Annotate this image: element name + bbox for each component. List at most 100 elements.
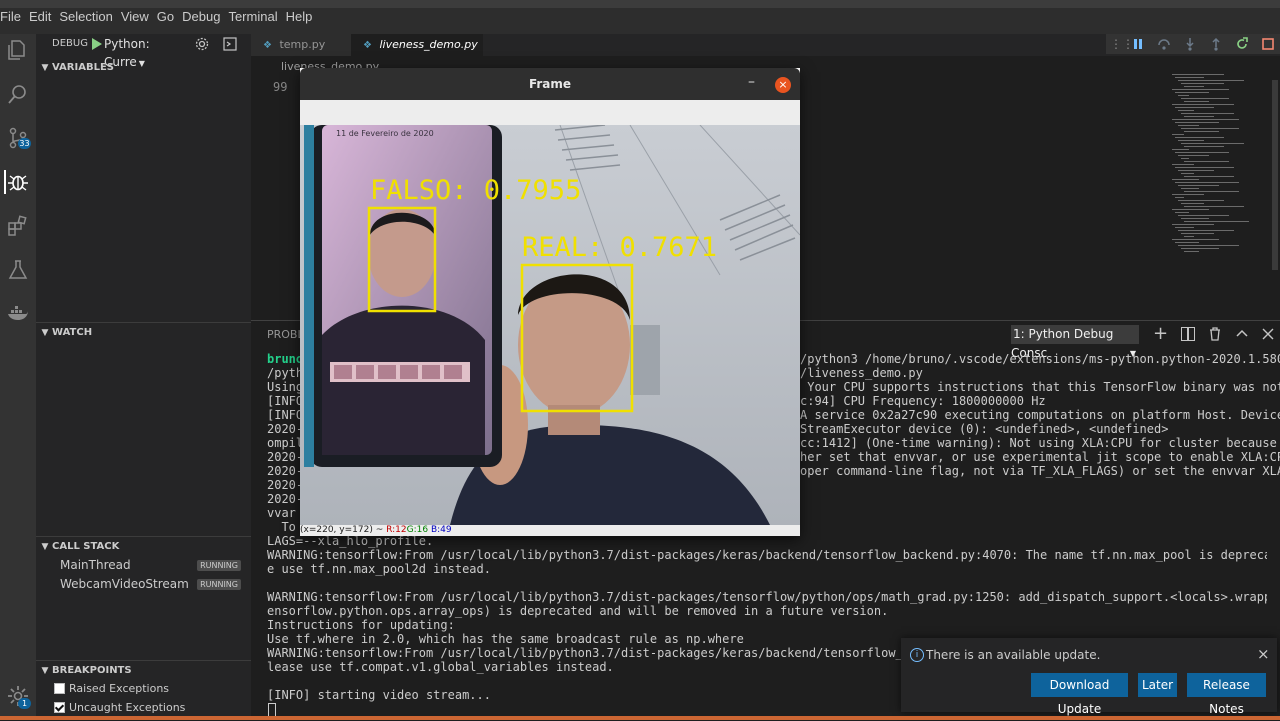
minimap-line (1175, 152, 1229, 153)
minimap-line (1181, 98, 1229, 99)
terminal-line: WARNING:tensorflow:From /usr/local/lib/p… (267, 548, 1267, 562)
minimap-line (1184, 221, 1249, 222)
terminal-line: ensorflow.python.ops.array_ops) is depre… (267, 604, 889, 618)
minimap-line (1178, 110, 1194, 111)
tab-temp-py[interactable]: ❖ temp.py (251, 34, 351, 56)
start-debugging-icon[interactable] (90, 36, 104, 52)
call-stack-section-header[interactable]: ▼ CALL STACK (36, 536, 251, 557)
new-terminal-plus-icon[interactable]: + (1153, 325, 1168, 343)
frame-titlebar[interactable]: Frame – × (300, 68, 800, 100)
minimap-line (1184, 176, 1234, 177)
later-button[interactable]: Later (1138, 673, 1177, 697)
pixel-coords: (x=220, y=172) ~ (300, 525, 384, 535)
minimap-line (1175, 92, 1209, 93)
menu-edit[interactable]: Edit (29, 9, 57, 27)
activity-bar: 33 1 (0, 34, 36, 720)
thread-status-badge: RUNNING (197, 579, 241, 590)
checkbox[interactable] (54, 682, 65, 694)
minimap-line (1178, 125, 1199, 126)
tab-liveness-demo-py[interactable]: ❖ liveness_demo.py × (351, 34, 483, 74)
minimap-line (1172, 149, 1189, 150)
minimap-line (1178, 155, 1209, 156)
menu-selection[interactable]: Selection (59, 9, 118, 27)
extensions-icon[interactable] (6, 214, 30, 238)
chevron-down-icon: ▼ (41, 63, 49, 73)
stop-icon[interactable] (1260, 36, 1276, 52)
close-icon[interactable]: × (1257, 645, 1270, 663)
close-panel-icon[interactable] (1260, 326, 1276, 342)
tab-label: liveness_demo.py (379, 38, 478, 51)
terminal-line: oper command-line flag, not via TF_XLA_F… (800, 464, 1280, 478)
release-notes-button[interactable]: Release Notes (1187, 673, 1266, 716)
breakpoint-raised-exceptions[interactable]: Raised Exceptions (54, 680, 169, 698)
minimap-line (1181, 113, 1234, 114)
minimap-line (1181, 158, 1189, 159)
restart-icon[interactable] (1234, 36, 1250, 52)
menu-terminal[interactable]: Terminal (228, 9, 283, 27)
drag-handle-icon[interactable]: ⋮⋮ (1110, 36, 1134, 52)
chevron-down-icon: ▼ (41, 542, 49, 552)
split-terminal-icon[interactable] (1181, 327, 1195, 341)
minimap-line (1184, 251, 1199, 252)
minimize-icon[interactable]: – (748, 74, 755, 90)
step-over-icon[interactable] (1156, 36, 1172, 52)
breakpoints-section-header[interactable]: ▼ BREAKPOINTS (36, 660, 251, 681)
menu-debug[interactable]: Debug (182, 9, 226, 27)
terminal-output-right: /python3 /home/bruno/.vscode/extensions/… (800, 352, 1280, 478)
terminal-select[interactable]: 1: Python Debug Consc ▼ (1011, 325, 1139, 360)
minimap-line (1181, 173, 1194, 174)
pause-icon[interactable] (1130, 36, 1146, 52)
editor-scrollbar[interactable] (1272, 80, 1278, 270)
menu-go[interactable]: Go (157, 9, 180, 27)
debug-sidebar: DEBUG Python: Curre ▼ ▼ VARIABLES ▼ WATCH ▼… (36, 34, 251, 720)
debug-icon[interactable] (4, 170, 30, 194)
source-control-icon[interactable]: 33 (6, 126, 31, 150)
thread-row[interactable]: WebcamVideoStream RUNNING (36, 575, 251, 594)
menu-file[interactable]: File (0, 9, 27, 27)
search-icon[interactable] (6, 82, 30, 106)
menu-help[interactable]: Help (286, 9, 319, 27)
variables-section-header[interactable]: ▼ VARIABLES (36, 58, 251, 78)
step-into-icon[interactable] (1182, 36, 1198, 52)
minimap-line (1184, 86, 1204, 87)
test-flask-icon[interactable] (6, 258, 30, 282)
terminal-line: e use tf.nn.max_pool2d instead. (267, 562, 491, 576)
close-window-icon[interactable]: × (775, 77, 791, 93)
watch-section-header[interactable]: ▼ WATCH (36, 322, 251, 343)
maximize-panel-chevron-up-icon[interactable] (1234, 326, 1250, 342)
explorer-icon[interactable] (6, 38, 30, 62)
python-file-icon: ❖ (363, 40, 372, 51)
menu-list: File Edit Selection View Go Debug Termin… (0, 9, 320, 27)
minimap[interactable] (1168, 74, 1278, 264)
menu-view[interactable]: View (121, 9, 155, 27)
debug-toolbar: ⋮⋮ (1106, 34, 1280, 54)
settings-gear-icon[interactable]: 1 (6, 684, 31, 709)
terminal-line: her set that envvar, or use experimental… (800, 450, 1280, 464)
debug-settings-gear-icon[interactable] (194, 36, 210, 52)
pixel-blue: B:49 (430, 525, 452, 535)
minimap-line (1178, 215, 1229, 216)
minimap-line (1172, 89, 1229, 90)
frame-window[interactable]: Frame – × 11 de Fevereiro de 2020 FALSO:… (300, 68, 800, 536)
pixel-green: G:16 (406, 525, 429, 535)
minimap-line (1181, 203, 1204, 204)
minimap-line (1184, 191, 1239, 192)
breakpoint-label: Uncaught Exceptions (69, 701, 186, 714)
debug-console-icon[interactable] (222, 36, 238, 52)
debug-config-select[interactable]: Python: Curre ▼ (104, 35, 190, 69)
step-out-icon[interactable] (1208, 36, 1224, 52)
docker-icon[interactable] (6, 302, 30, 326)
trash-icon[interactable] (1207, 326, 1223, 342)
checkbox-checked[interactable] (54, 701, 65, 713)
info-icon: i (910, 648, 924, 662)
thread-status-badge: RUNNING (197, 560, 241, 571)
minimap-line (1184, 236, 1194, 237)
minimap-line (1175, 212, 1189, 213)
thread-row[interactable]: MainThread RUNNING (36, 556, 251, 575)
minimap-line (1181, 233, 1214, 234)
breakpoint-uncaught-exceptions[interactable]: Uncaught Exceptions (54, 699, 185, 717)
settings-badge: 1 (18, 698, 31, 709)
minimap-line (1172, 239, 1219, 240)
download-update-button[interactable]: Download Update (1031, 673, 1128, 716)
